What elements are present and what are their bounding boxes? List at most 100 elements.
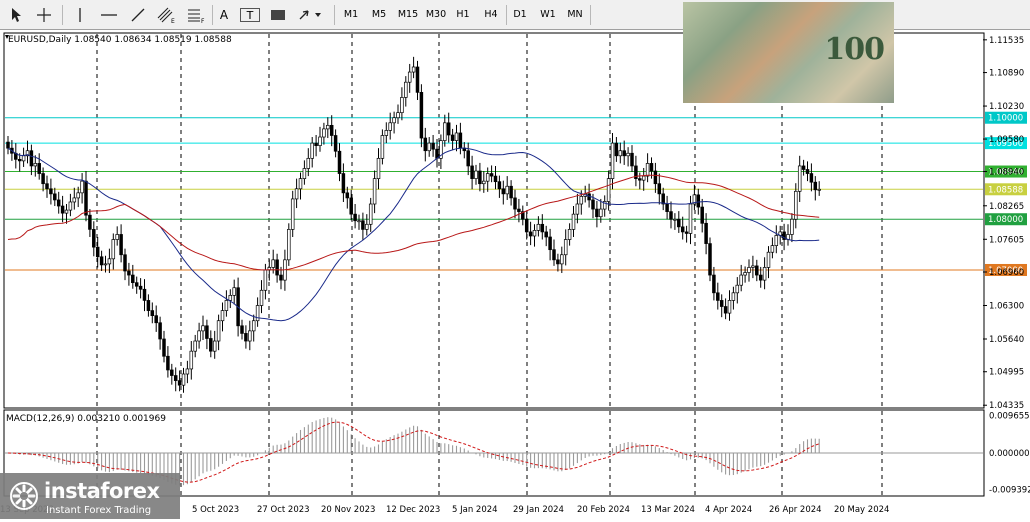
y-tick-label: 1.11535 [989,36,1024,46]
x-tick-label: 29 Jan 2024 [513,505,564,515]
candle-body [493,175,498,183]
candle-body [716,292,720,301]
vertical-line-icon[interactable] [68,4,92,25]
candle-body [170,369,174,376]
chart-svg[interactable]: 1.100001.095001.089401.085881.080001.070… [0,30,1030,519]
candle-body [657,183,662,195]
candle-body [595,208,599,218]
candle-body [263,269,268,291]
level-label: 1.08588 [988,185,1023,195]
candle-body [396,112,400,119]
candle-body [575,203,580,215]
timeframe-w1[interactable]: W1 [535,4,561,25]
x-tick-label: 13 Mar 2024 [641,505,695,515]
candle-body [72,197,77,203]
rectangle-icon[interactable] [268,4,288,25]
candle-body [33,163,38,167]
candle-body [661,193,665,205]
candle-body [813,181,818,191]
candle-body [244,333,248,342]
candle-body [251,320,256,332]
timeframe-m15[interactable]: M15 [394,4,422,25]
arrows-icon[interactable] [294,4,328,25]
candle-body [528,231,533,237]
candle-body [123,254,127,272]
candle-body [189,350,194,370]
fibonacci-icon[interactable]: F [184,4,210,25]
candle-body [29,150,34,167]
equidistant-channel-icon[interactable]: E [154,4,180,25]
timeframe-m30[interactable]: M30 [422,4,450,25]
x-tick-label: 4 Apr 2024 [705,505,752,515]
timeframe-h1[interactable]: H1 [450,4,476,25]
candle-body [552,249,556,261]
candle-body [84,180,88,216]
timeframe-m1[interactable]: M1 [338,4,364,25]
candle-body [177,380,182,386]
candle-body [536,223,541,231]
candle-body [548,236,552,251]
candle-body [111,239,116,260]
candle-body [427,142,431,152]
candle-body [466,150,470,167]
candle-body [193,340,197,352]
cursor-icon[interactable] [4,4,28,25]
candle-body [404,81,408,98]
candle-body [388,122,392,131]
candle-body [131,274,135,284]
x-tick-label: 20 May 2024 [834,505,889,515]
candle-body [450,134,455,141]
candle-body [645,163,650,177]
x-tick-label: 20 Feb 2024 [577,505,630,515]
candle-body [240,325,244,334]
timeframe-d1[interactable]: D1 [507,4,533,25]
candle-body [53,193,57,201]
candle-body [423,137,428,152]
candle-body [333,135,338,152]
candle-body [743,272,747,276]
crosshair-icon[interactable] [32,4,56,25]
brand-tagline: Instant Forex Trading [46,505,152,516]
candle-body [501,188,506,195]
timeframe-h4[interactable]: H4 [478,4,504,25]
candle-body [614,142,619,157]
timeframe-m5[interactable]: M5 [366,4,392,25]
candle-body [809,173,814,183]
y-tick-label: 1.04995 [989,368,1024,378]
candle-body [197,330,201,342]
timeframe-mn[interactable]: MN [562,4,588,25]
instaforex-logo-icon [10,482,38,510]
trendline-icon[interactable] [126,4,150,25]
candle-body [337,150,342,174]
candle-body [680,226,685,233]
candle-body [415,66,420,93]
candle-body [591,199,595,210]
candle-body [641,175,646,181]
candle-body [739,274,743,286]
text-icon[interactable]: A [214,4,234,25]
candle-body [64,209,69,214]
candle-body [509,185,513,199]
text-label-icon[interactable]: T [240,8,260,22]
candle-body [138,285,143,290]
candle-body [185,368,190,375]
horizontal-line-icon[interactable] [96,4,122,25]
candle-body [224,300,229,311]
candle-body [228,295,233,301]
candle-body [755,265,759,276]
chart-area[interactable]: 1.10000 1.09500 1.08940 1.08588 1.08000 1.070… [0,30,1030,519]
candle-body [166,355,170,371]
x-tick-label: 12 Dec 2023 [386,505,440,515]
candle-body [770,245,775,253]
candle-body [318,136,322,146]
candle-body [700,206,704,224]
candle-body [419,92,424,139]
candle-body [517,208,521,212]
candle-body [60,205,65,214]
candle-body [294,188,299,200]
y-tick-label: 1.07605 [989,235,1024,245]
candle-body [540,223,545,233]
svg-text:E: E [171,18,175,24]
candle-body [606,178,611,202]
y-tick-label: 1.10890 [989,69,1024,79]
